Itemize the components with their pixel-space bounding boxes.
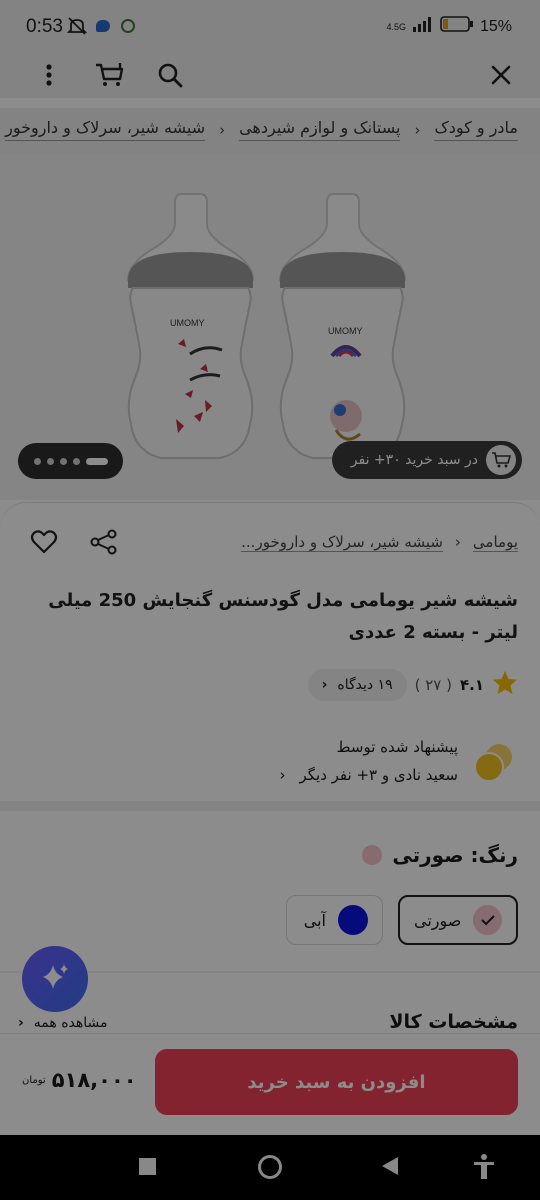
color-label: رنگ: صورتی [392,843,518,867]
star-icon [492,670,518,700]
signal-icon [412,16,434,37]
chevron-left-icon: ‹ [18,1015,24,1031]
breadcrumb-item[interactable]: شیشه شیر، سرلاک و داروخور [5,118,206,141]
price-currency: تومان [22,1074,46,1086]
breadcrumb: مادر و کودک ‹ پستانک و لوازم شیردهی ‹ شی… [0,108,540,154]
see-all-link[interactable]: مشاهده همه ‹ [18,1015,108,1031]
cart-icon[interactable] [92,58,126,92]
recommended-by[interactable]: پیشنهاد شده توسط سعید نادی و ۳+ نفر دیگر… [279,733,518,789]
avatar [474,752,504,782]
check-icon [473,905,502,935]
cart-count-text: در سبد خرید ۳۰+ نفر [350,452,478,468]
see-all-text: مشاهده همه [33,1015,108,1031]
recommend-title: پیشنهاد شده توسط [336,738,458,756]
price: تومان ۵۱۸,۰۰۰ [22,1068,137,1092]
more-icon[interactable] [32,58,66,92]
status-bar: 0:53 4.5G 15% [0,0,540,52]
close-icon[interactable] [484,58,518,92]
color-option-label: صورتی [414,910,462,930]
gallery-pagination [18,443,123,479]
color-heading: رنگ: صورتی [362,843,518,867]
reviews-button[interactable]: ۱۹ دیدگاه ‹ [307,669,407,701]
share-icon[interactable] [90,529,118,559]
status-right: 4.5G 15% [386,16,512,37]
chevron-left-icon: ‹ [414,120,421,139]
recommend-names: سعید نادی و ۳+ نفر دیگر [299,766,458,784]
avatar-group [472,738,518,784]
bottle-brand: UMOMY [170,318,205,328]
color-swatch [338,905,368,935]
network-type: 4.5G [386,21,406,32]
top-toolbar [0,52,540,98]
buy-bar: افزودن به سبد خرید تومان ۵۱۸,۰۰۰ [0,1033,540,1135]
chevron-left-icon: ‹ [454,533,461,551]
cart-count-badge: در سبد خرید ۳۰+ نفر [332,441,522,479]
color-dot [362,845,383,865]
accessibility-icon[interactable] [472,1153,496,1185]
pagination-dot [72,457,80,465]
pagination-dot [33,457,41,465]
pagination-dot [46,457,54,465]
brand-link[interactable]: یومامی [472,533,518,552]
chat-app-icon [96,20,110,32]
bottle-brand: UMOMY [328,326,363,336]
breadcrumb-item[interactable]: پستانک و لوازم شیردهی [239,118,401,141]
recommend-text: پیشنهاد شده توسط سعید نادی و ۳+ نفر دیگر… [279,733,458,789]
system-nav-bar [0,1135,540,1200]
heart-icon[interactable] [30,529,58,559]
color-option-blue[interactable]: آبی [286,895,383,945]
product-breadcrumb: یومامی ‹ شیشه شیر، سرلاک و داروخور... [241,533,518,552]
color-option-label: آبی [303,910,326,930]
specs-title: مشخصات کالا [389,1011,518,1033]
battery-percent: 15% [479,17,512,35]
reviews-text: ۱۹ دیدگاه [337,677,393,693]
search-icon[interactable] [153,58,187,92]
battery-icon [440,16,474,37]
rating-count: ( ۲۷ ) [414,676,452,694]
home-icon[interactable] [258,1155,282,1179]
section-divider [0,801,540,811]
chevron-left-icon: ‹ [219,120,226,139]
status-time: 0:53 [26,16,63,37]
product-page: 0:53 4.5G 15% مادر و کودک ‹ پستانک و لوا… [0,0,540,1135]
back-icon[interactable] [381,1156,399,1180]
mute-icon [66,16,88,40]
ai-assistant-button[interactable] [22,946,88,1012]
category-link[interactable]: شیشه شیر، سرلاک و داروخور... [241,533,443,552]
recents-icon[interactable] [139,1158,156,1175]
breadcrumb-item[interactable]: مادر و کودک [434,118,518,141]
product-title: شیشه شیر یومامی مدل گودسنس گنجایش 250 می… [48,590,518,643]
rating-value: ۴.۱ [459,676,484,694]
add-to-cart-button[interactable]: افزودن به سبد خرید [155,1049,518,1115]
price-value: ۵۱۸,۰۰۰ [51,1068,137,1092]
pagination-dot [59,457,67,465]
sparkle-icon [39,961,71,997]
color-option-pink[interactable]: صورتی [398,895,518,945]
chevron-left-icon: ‹ [279,766,286,784]
cart-people-icon [486,445,516,475]
rating-row: ۴.۱ ( ۲۷ ) ۱۹ دیدگاه ‹ [307,669,518,701]
chevron-left-icon: ‹ [321,677,328,693]
pagination-dot-active [85,457,108,465]
app-notification-icon [121,19,135,33]
